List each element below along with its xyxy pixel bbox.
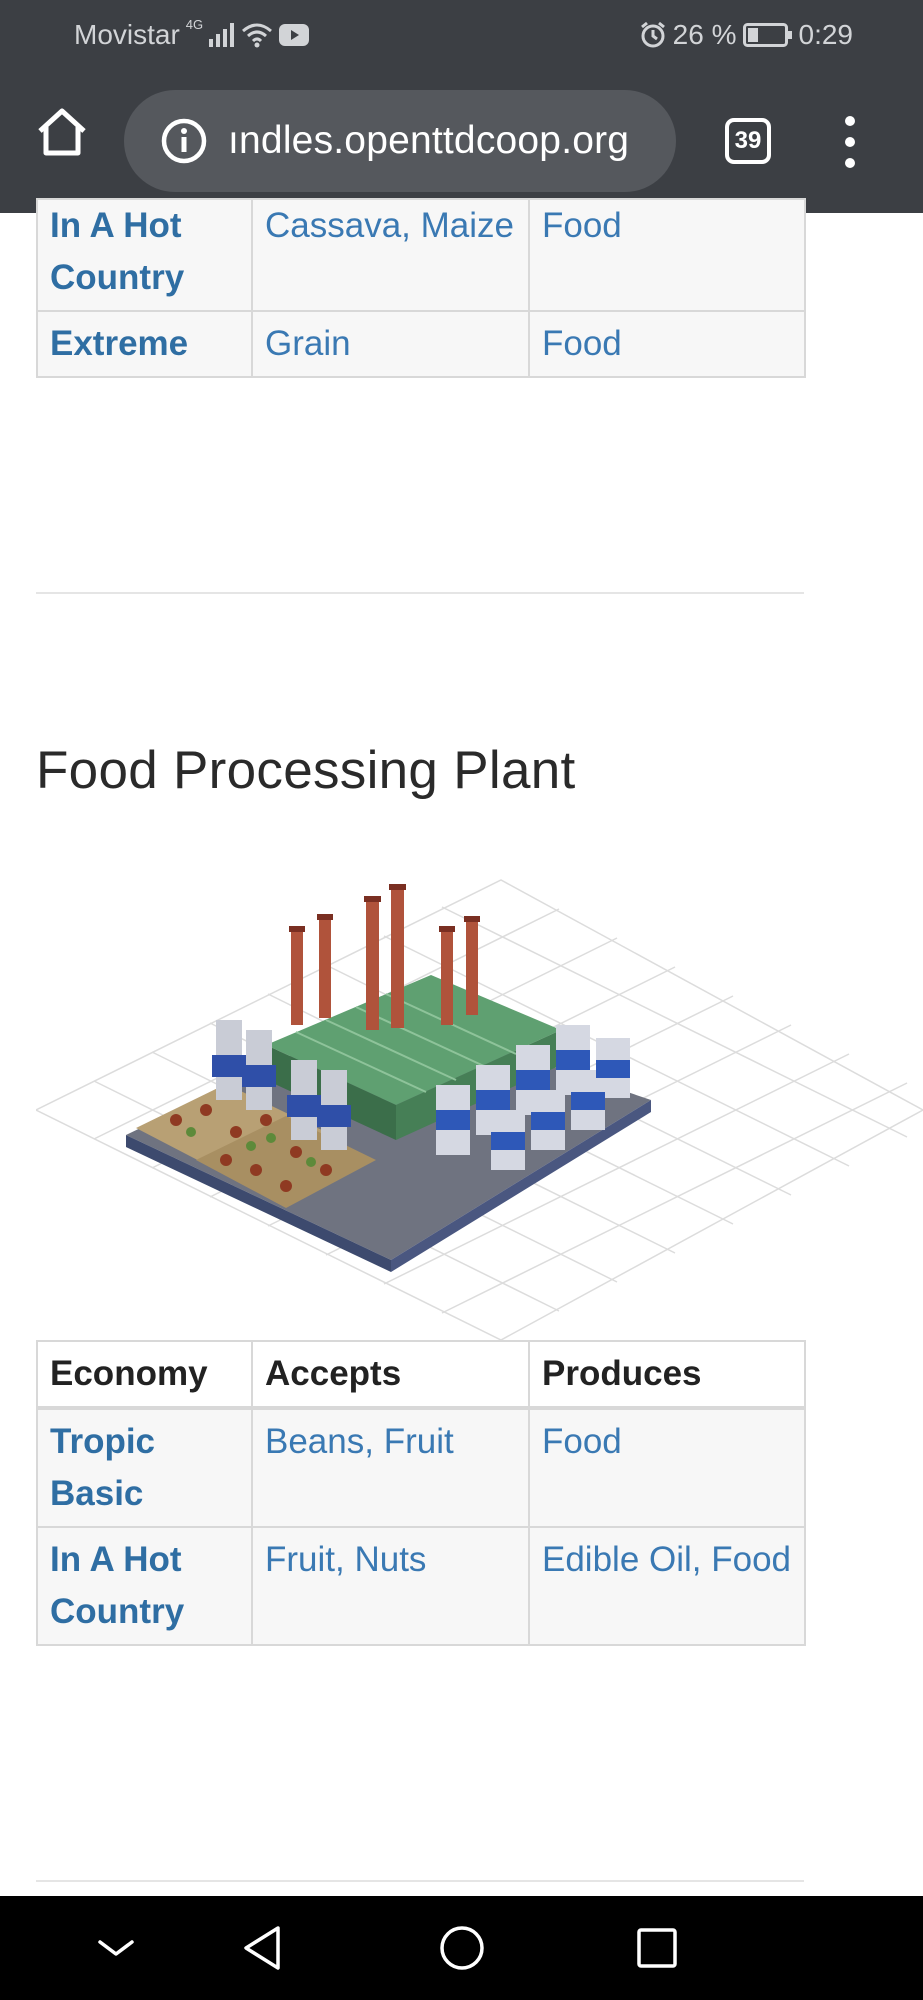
accepts-cell[interactable]: Grain (251, 310, 530, 378)
url-text[interactable]: ındles.openttdcoop.org (228, 119, 629, 163)
info-icon[interactable] (160, 117, 208, 165)
home-icon (38, 108, 86, 156)
tabs-button[interactable]: 39 (725, 118, 771, 164)
home-circle-icon (440, 1926, 484, 1970)
produces-cell[interactable]: Food (528, 310, 806, 378)
system-nav-bar (0, 1896, 923, 2000)
produces-cell[interactable]: Food (528, 198, 806, 312)
previous-industry-table-wrapper: In A Hot Country Cassava, Maize Food Ext… (36, 198, 806, 378)
carrier-name: Movistar (74, 19, 180, 50)
clock-time: 0:29 (798, 19, 854, 50)
back-button[interactable] (232, 1918, 292, 1978)
section-title: Food Processing Plant (36, 741, 576, 800)
accepts-cell[interactable]: Cassava, Maize (251, 198, 530, 312)
accepts-cell[interactable]: Beans, Fruit (251, 1407, 530, 1528)
header-produces: Produces (528, 1340, 806, 1410)
back-icon (244, 1926, 280, 1970)
alarm-icon (640, 21, 665, 48)
network-type: 4G (185, 17, 204, 32)
battery-icon (742, 23, 792, 47)
browser-toolbar: ındles.openttdcoop.org 39 (0, 70, 923, 213)
table-row: Tropic Basic Beans, Fruit Food (36, 1407, 806, 1528)
address-bar[interactable]: ındles.openttdcoop.org (124, 90, 676, 192)
more-vert-icon[interactable] (830, 110, 870, 174)
status-right-group: 26 % 0:29 (639, 18, 853, 52)
produces-cell[interactable]: Edible Oil, Food (528, 1526, 806, 1646)
table-header-row: Economy Accepts Produces (36, 1340, 806, 1410)
wifi-icon (242, 23, 273, 48)
youtube-icon (279, 24, 310, 46)
produces-cell[interactable]: Food (528, 1407, 806, 1528)
header-accepts: Accepts (251, 1340, 530, 1410)
economy-cell[interactable]: Tropic Basic (36, 1407, 253, 1528)
economy-cell[interactable]: Extreme (36, 310, 253, 378)
recents-button[interactable] (627, 1918, 687, 1978)
collapse-icon (98, 1940, 134, 1956)
home-nav-button[interactable] (432, 1918, 492, 1978)
collapse-button[interactable] (86, 1918, 146, 1978)
economy-cell[interactable]: In A Hot Country (36, 1526, 253, 1646)
industry-table: Economy Accepts Produces Tropic Basic Be… (36, 1340, 806, 1646)
industry-image (34, 870, 923, 1350)
signal-icon (209, 23, 235, 47)
table-row: In A Hot Country Cassava, Maize Food (36, 198, 806, 312)
industry-table-wrapper: Economy Accepts Produces Tropic Basic Be… (36, 1340, 806, 1646)
battery-percent: 26 % (672, 19, 737, 50)
accepts-cell[interactable]: Fruit, Nuts (251, 1526, 530, 1646)
previous-industry-table: In A Hot Country Cassava, Maize Food Ext… (36, 198, 806, 378)
table-row: Extreme Grain Food (36, 310, 806, 378)
table-row: In A Hot Country Fruit, Nuts Edible Oil,… (36, 1526, 806, 1646)
header-economy: Economy (36, 1340, 253, 1410)
home-button[interactable] (30, 100, 94, 164)
section-divider (36, 1880, 804, 1882)
economy-cell[interactable]: In A Hot Country (36, 198, 253, 312)
section-divider (36, 592, 804, 594)
recents-icon (637, 1928, 677, 1968)
status-bar: Movistar 4G 26 % 0:29 (0, 0, 923, 70)
tab-count-label: 39 (734, 127, 762, 154)
status-carrier-group: Movistar 4G (74, 17, 310, 52)
